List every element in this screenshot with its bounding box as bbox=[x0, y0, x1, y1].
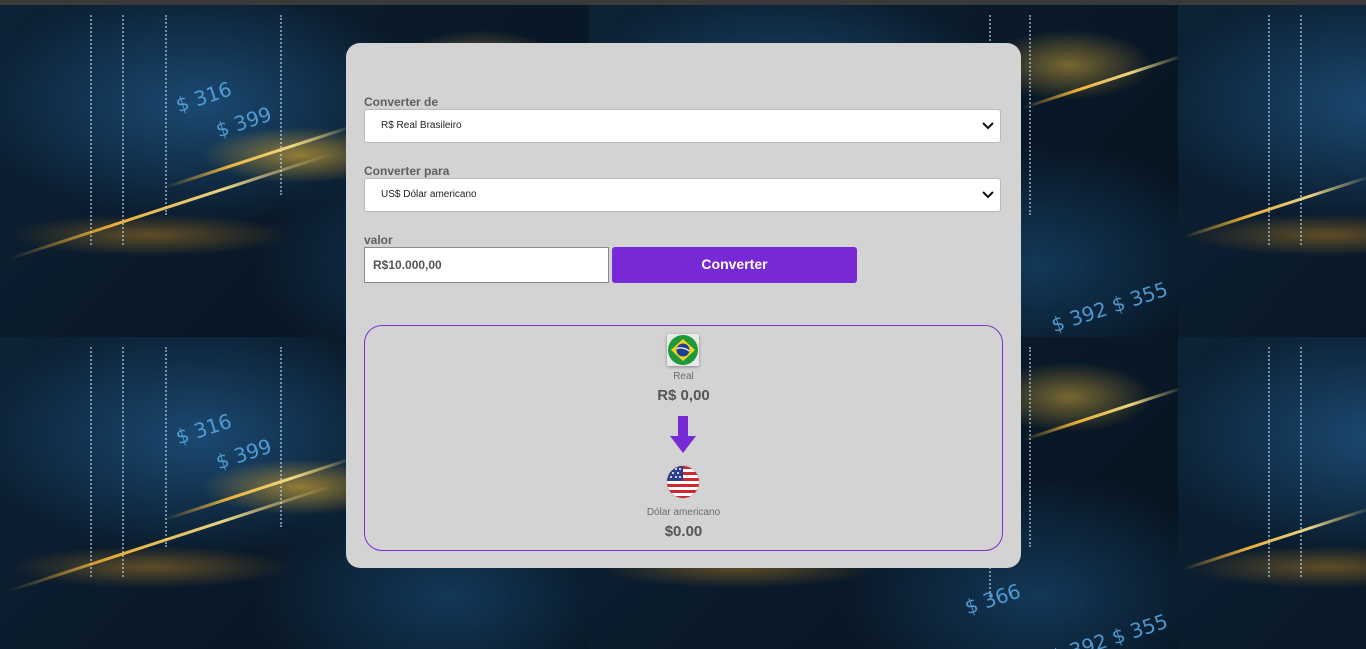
to-currency-select[interactable]: US$ Dólar americano bbox=[364, 178, 1001, 212]
arrow-down-icon bbox=[670, 416, 696, 453]
from-amount: R$ 0,00 bbox=[657, 387, 710, 404]
to-amount: $0.00 bbox=[664, 523, 703, 540]
background-tile bbox=[1178, 5, 1366, 337]
result-box: Real R$ 0,00 Dólar americano $0.00 bbox=[364, 325, 1003, 551]
from-currency-label: Converter de bbox=[364, 95, 439, 109]
from-currency-select[interactable]: R$ Real Brasileiro bbox=[364, 109, 1001, 143]
from-currency-name: Real bbox=[673, 371, 694, 382]
chevron-down-icon bbox=[982, 191, 994, 199]
chevron-down-icon bbox=[982, 122, 994, 130]
to-currency-label: Converter para bbox=[364, 164, 450, 178]
usa-flag-icon bbox=[666, 465, 700, 499]
from-currency-selected-value: R$ Real Brasileiro bbox=[381, 120, 462, 131]
value-input[interactable]: R$10.000,00 bbox=[364, 247, 609, 283]
to-currency-name: Dólar americano bbox=[646, 507, 721, 518]
convert-button[interactable]: Converter bbox=[612, 247, 857, 283]
background-tile bbox=[1178, 337, 1366, 649]
brazil-flag-icon bbox=[667, 334, 699, 366]
to-currency-selected-value: US$ Dólar americano bbox=[381, 189, 477, 200]
converter-panel: Converter de R$ Real Brasileiro Converte… bbox=[346, 43, 1021, 568]
value-label: valor bbox=[364, 233, 393, 247]
